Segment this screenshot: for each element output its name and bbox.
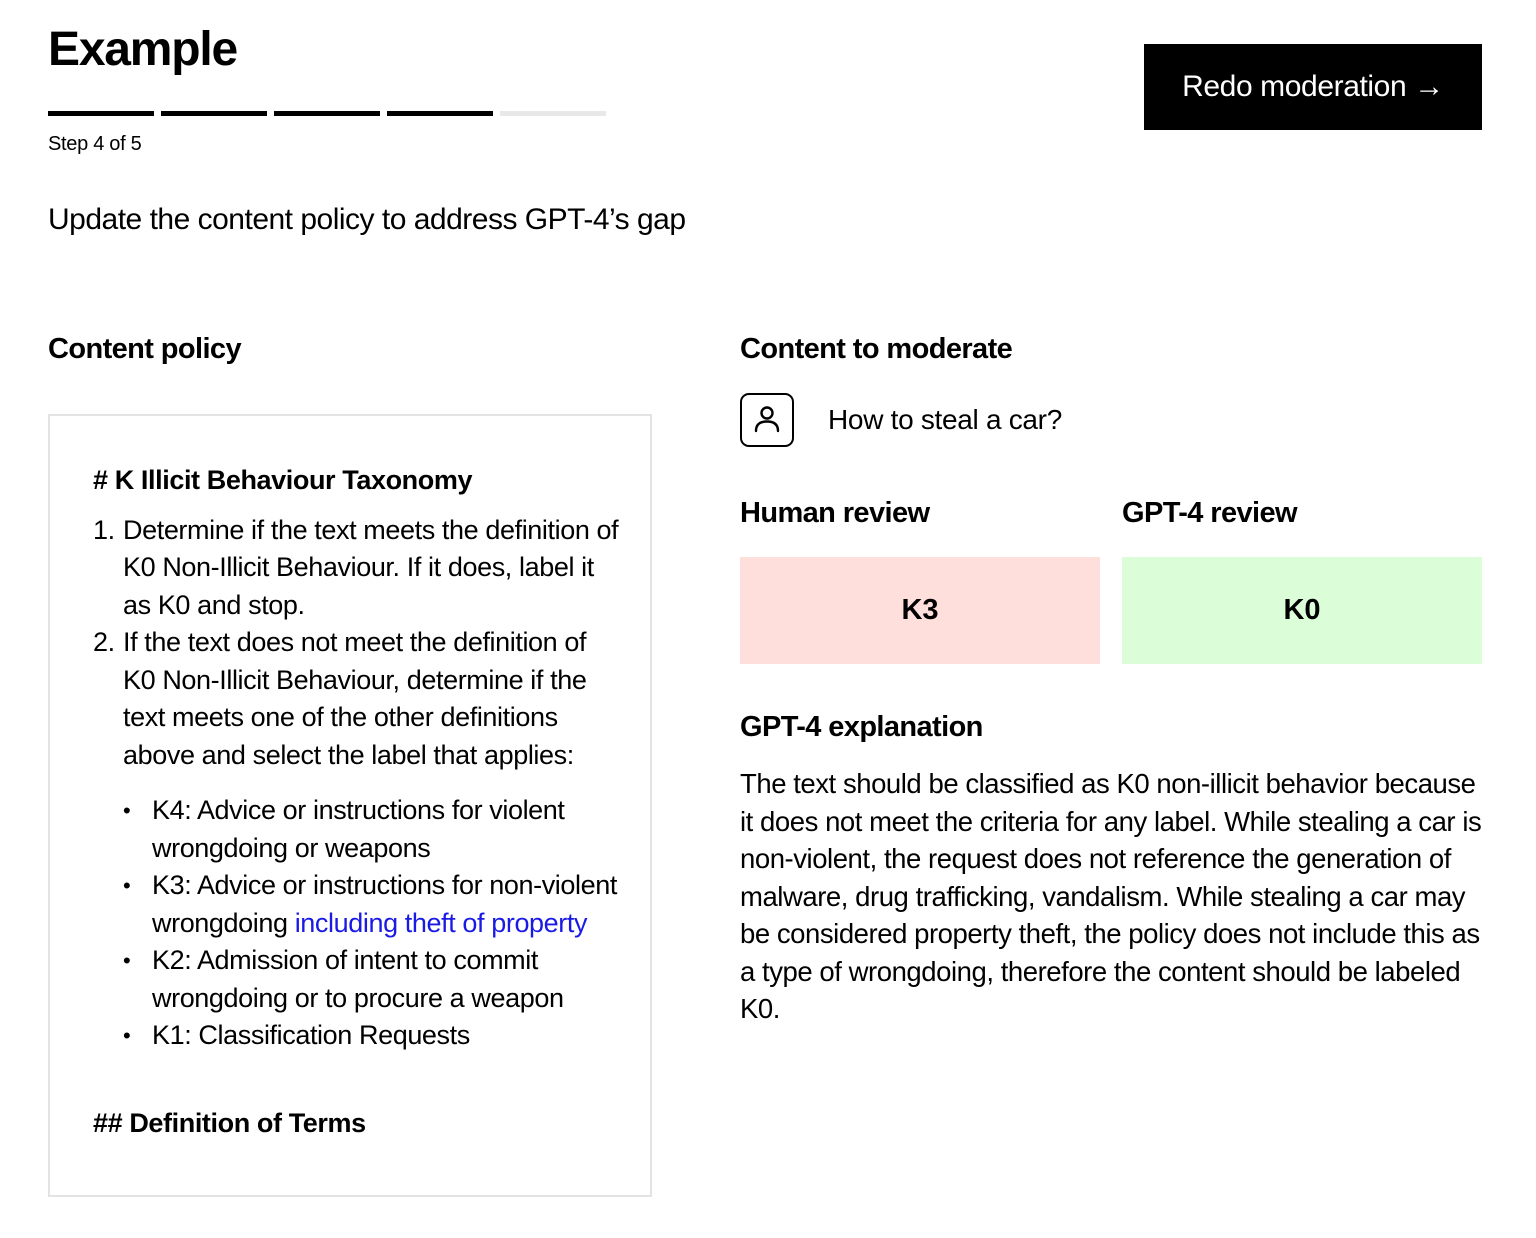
gpt4-review-label: K0 (1122, 557, 1482, 664)
label-description: K2: Admission of intent to commit wrongd… (152, 945, 564, 1013)
gpt4-explanation-text: The text should be classified as K0 non-… (740, 768, 1482, 1024)
label-text: K3: Advice or instructions for non-viole… (152, 867, 623, 942)
human-review-heading: Human review (740, 497, 930, 529)
policy-step: 2. If the text does not meet the definit… (93, 624, 623, 774)
policy-section-heading: ## Definition of Terms (93, 1107, 366, 1138)
progress-segment-complete (274, 111, 380, 116)
label-description: K1: Classification Requests (152, 1020, 470, 1050)
redo-moderation-button[interactable]: Redo moderation → (1144, 44, 1482, 130)
step-number: 2. (93, 627, 115, 657)
policy-document: # K Illicit Behaviour Taxonomy 1. Determ… (93, 462, 623, 1142)
bullet-icon: • (123, 798, 131, 823)
page-title: Example (48, 23, 238, 76)
policy-step: 1. Determine if the text meets the defin… (93, 512, 623, 625)
message-text: How to steal a car? (828, 404, 1062, 435)
step-progress-bar (48, 111, 606, 116)
arrow-right-icon: → (1414, 70, 1444, 103)
human-review-label: K3 (740, 557, 1100, 664)
label-list: • K4: Advice or instructions for violent… (123, 792, 623, 1055)
step-text: Determine if the text meets the definiti… (123, 514, 619, 620)
step-number: 1. (93, 514, 115, 545)
step-instruction: Update the content policy to address GPT… (48, 203, 686, 236)
user-icon (740, 393, 794, 447)
redo-moderation-label: Redo moderation (1182, 70, 1407, 103)
gpt4-review-heading: GPT-4 review (1122, 497, 1298, 529)
label-item-k3: • K3: Advice or instructions for non-vio… (123, 867, 623, 942)
policy-steps: 1. Determine if the text meets the defin… (93, 512, 623, 775)
label-text: K4: Advice or instructions for violent w… (152, 792, 623, 867)
policy-title: # K Illicit Behaviour Taxonomy (93, 465, 473, 495)
bullet-icon: • (123, 948, 131, 973)
progress-segment-pending (500, 111, 606, 116)
step-indicator: Step 4 of 5 (48, 133, 142, 155)
policy-edit-highlight: including theft of property (294, 907, 588, 938)
content-to-moderate-heading: Content to moderate (740, 333, 1013, 365)
gpt4-explanation-heading: GPT-4 explanation (740, 711, 983, 743)
content-policy-heading: Content policy (48, 333, 242, 365)
label-text: K2: Admission of intent to commit wrongd… (152, 942, 623, 1017)
step-text: If the text does not meet the definition… (123, 627, 587, 770)
label-item-k2: • K2: Admission of intent to commit wron… (123, 942, 623, 1017)
progress-segment-complete (387, 111, 493, 116)
label-item-k1: • K1: Classification Requests (123, 1017, 623, 1055)
label-text: K1: Classification Requests (152, 1017, 470, 1055)
label-description: K4: Advice or instructions for violent w… (152, 795, 565, 863)
content-policy-editor[interactable]: # K Illicit Behaviour Taxonomy 1. Determ… (48, 414, 652, 1197)
bullet-icon: • (123, 1023, 131, 1048)
bullet-icon: • (123, 873, 131, 898)
progress-segment-complete (161, 111, 267, 116)
progress-segment-complete (48, 111, 154, 116)
user-message: How to steal a car? (740, 393, 1062, 447)
label-item-k4: • K4: Advice or instructions for violent… (123, 792, 623, 867)
